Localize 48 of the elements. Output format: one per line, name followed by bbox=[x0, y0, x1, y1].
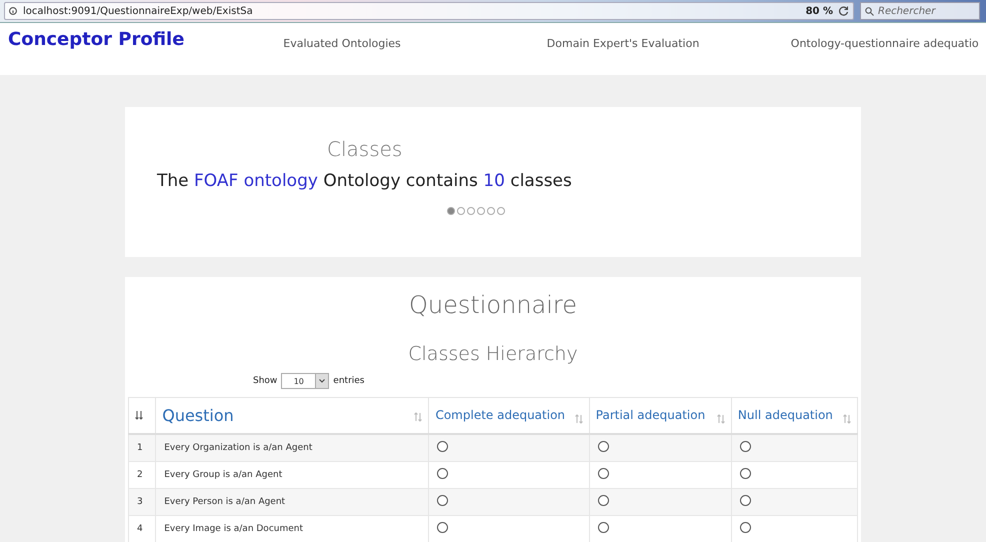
show-label: Show bbox=[253, 376, 278, 386]
radio-button[interactable] bbox=[598, 495, 609, 506]
search-field[interactable]: Rechercher bbox=[860, 2, 980, 20]
ontology-link[interactable]: FOAF ontology bbox=[194, 171, 318, 191]
radio-button[interactable] bbox=[598, 441, 609, 452]
radio-button[interactable] bbox=[740, 495, 751, 506]
question-cell: Every Image is a/an Document bbox=[156, 516, 429, 542]
carousel-dot[interactable] bbox=[477, 207, 485, 215]
nav-link[interactable]: Evaluated Ontologies bbox=[283, 29, 547, 50]
search-placeholder: Rechercher bbox=[878, 6, 936, 16]
radio-button[interactable] bbox=[740, 468, 751, 479]
caret-icon bbox=[319, 379, 326, 383]
radio-button[interactable] bbox=[437, 468, 448, 479]
nav-link[interactable]: Domain Expert's Evaluation bbox=[546, 29, 791, 50]
row-index: 3 bbox=[128, 488, 156, 516]
classes-sentence: The FOAF ontology Ontology contains 10 classes bbox=[157, 171, 573, 191]
questionnaire-title: Questionnaire bbox=[408, 291, 578, 319]
radio-button[interactable] bbox=[437, 495, 448, 506]
radio-button[interactable] bbox=[437, 441, 448, 452]
carousel-dot[interactable] bbox=[447, 207, 455, 215]
question-cell: Every Group is a/an Agent bbox=[156, 462, 429, 488]
zoom-level[interactable]: 80 % bbox=[806, 6, 833, 16]
row-index: 4 bbox=[128, 516, 156, 542]
address-field[interactable]: localhost:9091/QuestionnaireExp/web/ExistSa 80 % bbox=[4, 2, 854, 20]
radio-button[interactable] bbox=[740, 441, 751, 452]
row-index: 2 bbox=[128, 462, 156, 488]
nav-link[interactable]: Ontology-questionnaire adequatio bbox=[790, 29, 986, 50]
radio-button[interactable] bbox=[598, 522, 609, 533]
radio-button[interactable] bbox=[437, 522, 448, 533]
reload-icon[interactable] bbox=[839, 6, 849, 16]
url-text: localhost:9091/QuestionnaireExp/web/ExistSa bbox=[23, 6, 254, 16]
radio-button[interactable] bbox=[598, 468, 609, 479]
carousel-dot[interactable] bbox=[457, 207, 465, 215]
question-cell: Every Organization is a/an Agent bbox=[156, 434, 429, 462]
search-icon bbox=[865, 6, 874, 16]
carousel-dot[interactable] bbox=[497, 207, 505, 215]
entries-label: entries bbox=[333, 376, 364, 386]
card-title: Classes bbox=[326, 137, 404, 161]
brand-title[interactable]: Conceptor Profile bbox=[8, 29, 284, 50]
entries-select[interactable]: 10 bbox=[281, 373, 330, 389]
row-index: 1 bbox=[128, 434, 156, 462]
radio-button[interactable] bbox=[740, 522, 751, 533]
carousel-dot[interactable] bbox=[487, 207, 495, 215]
question-cell: Every Person is a/an Agent bbox=[156, 488, 429, 516]
info-icon bbox=[9, 7, 17, 15]
carousel-dot[interactable] bbox=[467, 207, 475, 215]
section-title: Classes Hierarchy bbox=[408, 343, 578, 365]
sort-icon[interactable] bbox=[135, 410, 143, 420]
